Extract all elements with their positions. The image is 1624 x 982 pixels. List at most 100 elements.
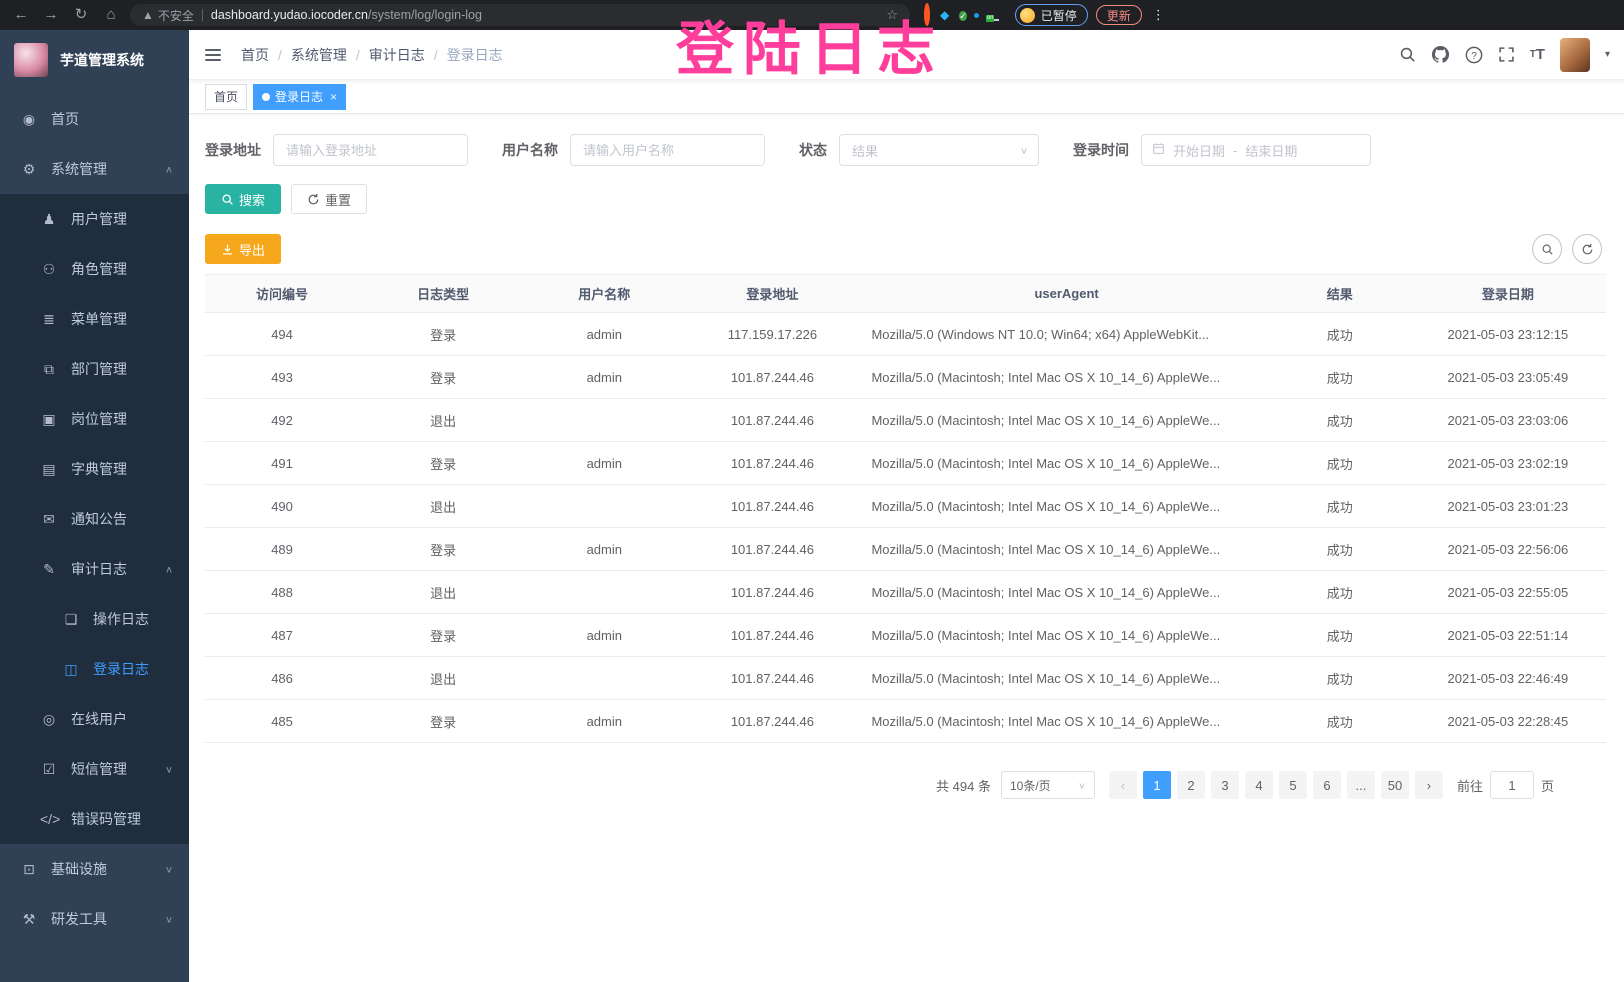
search-button[interactable]: 搜索 <box>205 184 281 214</box>
breadcrumb-item[interactable]: 审计日志 <box>369 45 425 65</box>
hide-search-button[interactable] <box>1532 234 1562 264</box>
login-log-table: 访问编号日志类型用户名称登录地址userAgent结果登录日期 494登录adm… <box>205 274 1606 743</box>
cell-result: 成功 <box>1270 528 1410 571</box>
sidebar-item-operate-log[interactable]: ❏操作日志 <box>0 594 189 644</box>
pagination-page-2[interactable]: 2 <box>1177 771 1205 799</box>
cell-type: 登录 <box>359 614 527 657</box>
sidebar-item-dict[interactable]: ▤字典管理 <box>0 444 189 494</box>
pagination-page-6[interactable]: 6 <box>1313 771 1341 799</box>
sms-shield-icon: ☑ <box>40 761 58 778</box>
cell-date: 2021-05-03 23:12:15 <box>1410 313 1606 356</box>
help-icon[interactable]: ? <box>1465 46 1483 64</box>
sidebar-item-devtools[interactable]: ⚒研发工具∨ <box>0 894 189 944</box>
profile-avatar-icon <box>1020 8 1035 23</box>
font-size-icon[interactable]: TT <box>1530 47 1545 62</box>
table-row: 487登录admin101.87.244.46Mozilla/5.0 (Maci… <box>205 614 1606 657</box>
sidebar-item-home[interactable]: ◉首页 <box>0 94 189 144</box>
sidebar-item-post[interactable]: ▣岗位管理 <box>0 394 189 444</box>
date-range-picker[interactable]: 开始日期 - 结束日期 <box>1141 134 1371 166</box>
cell-result: 成功 <box>1270 614 1410 657</box>
cell-date: 2021-05-03 22:28:45 <box>1410 700 1606 743</box>
close-icon[interactable]: × <box>330 90 337 104</box>
pagination-total: 共 494 条 <box>936 776 991 795</box>
sidebar-logo-row[interactable]: 芋道管理系统 <box>0 30 189 90</box>
cell-address: 101.87.244.46 <box>681 399 863 442</box>
column-header: 访问编号 <box>205 275 359 313</box>
pagination-next-button[interactable]: › <box>1415 771 1443 799</box>
pagination-page-4[interactable]: 4 <box>1245 771 1273 799</box>
cell-address: 101.87.244.46 <box>681 614 863 657</box>
reset-button[interactable]: 重置 <box>291 184 367 214</box>
chevron-down-icon[interactable]: ▾ <box>1605 49 1610 60</box>
cell-id: 494 <box>205 313 359 356</box>
cell-address: 101.87.244.46 <box>681 700 863 743</box>
pagination-page-50[interactable]: 50 <box>1381 771 1409 799</box>
cell-username <box>527 485 681 528</box>
dashboard-icon: ◉ <box>20 111 38 128</box>
breadcrumb-item[interactable]: 首页 <box>241 45 269 65</box>
sidebar-item-online-user[interactable]: ◎在线用户 <box>0 694 189 744</box>
extension-icon[interactable] <box>924 6 930 24</box>
browser-profile-chip[interactable]: 已暂停 <box>1015 4 1088 26</box>
pagination-prev-button[interactable]: ‹ <box>1109 771 1137 799</box>
status-select[interactable]: 结果 ∨ <box>839 134 1039 166</box>
extension-icon[interactable]: ✓ <box>959 6 967 24</box>
back-icon[interactable]: ← <box>10 0 32 30</box>
fullscreen-icon[interactable] <box>1498 46 1515 63</box>
browser-update-button[interactable]: 更新 <box>1096 5 1142 25</box>
address-bar[interactable]: ▲ 不安全 dashboard.yudao.iocoder.cn/system/… <box>130 4 910 26</box>
cell-id: 491 <box>205 442 359 485</box>
sidebar-item-dept[interactable]: ⧉部门管理 <box>0 344 189 394</box>
pagination-more[interactable]: ... <box>1347 771 1375 799</box>
hamburger-icon[interactable] <box>189 49 237 61</box>
sidebar-item-role[interactable]: ⚇角色管理 <box>0 244 189 294</box>
sidebar-item-login-log[interactable]: ◫登录日志 <box>0 644 189 694</box>
url-path: /system/log/login-log <box>368 8 482 22</box>
pagination-page-3[interactable]: 3 <box>1211 771 1239 799</box>
sidebar-item-audit-log[interactable]: ✎审计日志∧ <box>0 544 189 594</box>
tag-首页[interactable]: 首页 <box>205 84 247 110</box>
goto-page-input[interactable] <box>1490 771 1534 799</box>
sidebar-item-system[interactable]: ⚙系统管理∧ <box>0 144 189 194</box>
filter-status: 状态 结果 ∨ <box>799 134 1039 166</box>
cell-address: 117.159.17.226 <box>681 313 863 356</box>
sidebar-item-user[interactable]: ♟用户管理 <box>0 194 189 244</box>
breadcrumb-item[interactable]: 系统管理 <box>291 45 347 65</box>
notice-message-icon: ✉ <box>40 511 58 528</box>
sidebar-item-error-code[interactable]: </>错误码管理 <box>0 794 189 844</box>
bookmark-star-icon[interactable]: ☆ <box>886 7 898 23</box>
cell-id: 486 <box>205 657 359 700</box>
refresh-button[interactable] <box>1572 234 1602 264</box>
export-button[interactable]: 导出 <box>205 234 281 264</box>
extension-icon[interactable]: ◆ <box>940 9 949 21</box>
login-address-input[interactable] <box>273 134 468 166</box>
breadcrumb-item: 登录日志 <box>447 45 503 65</box>
forward-icon[interactable]: → <box>40 0 62 30</box>
sidebar-item-infra[interactable]: ⊡基础设施∨ <box>0 844 189 894</box>
pagination-page-5[interactable]: 5 <box>1279 771 1307 799</box>
login-time-label: 登录时间 <box>1073 140 1129 160</box>
tag-登录日志[interactable]: 登录日志× <box>253 84 346 110</box>
home-icon[interactable]: ⌂ <box>100 0 122 30</box>
table-row: 490退出101.87.244.46Mozilla/5.0 (Macintosh… <box>205 485 1606 528</box>
sidebar-item-label: 操作日志 <box>93 609 149 629</box>
not-secure-warning[interactable]: ▲ 不安全 <box>142 7 194 24</box>
browser-menu-icon[interactable]: ⋮ <box>1150 7 1167 23</box>
avatar[interactable] <box>1560 38 1590 72</box>
username-input[interactable] <box>570 134 765 166</box>
date-separator: - <box>1233 143 1237 158</box>
sidebar-item-sms[interactable]: ☑短信管理∨ <box>0 744 189 794</box>
search-icon[interactable] <box>1399 46 1416 63</box>
post-badge-icon: ▣ <box>40 411 58 428</box>
sidebar-item-notice[interactable]: ✉通知公告 <box>0 494 189 544</box>
github-icon[interactable] <box>1431 45 1450 64</box>
app-title: 芋道管理系统 <box>60 50 144 70</box>
page-size-select[interactable]: 10条/页 ∨ <box>1001 771 1095 799</box>
cell-id: 490 <box>205 485 359 528</box>
browser-toolbar: ← → ↻ ⌂ ▲ 不安全 dashboard.yudao.iocoder.cn… <box>0 0 1624 30</box>
cell-type: 登录 <box>359 356 527 399</box>
username-label: 用户名称 <box>502 140 558 160</box>
sidebar-item-menu[interactable]: ≣菜单管理 <box>0 294 189 344</box>
reload-icon[interactable]: ↻ <box>70 0 92 30</box>
pagination-page-1[interactable]: 1 <box>1143 771 1171 799</box>
